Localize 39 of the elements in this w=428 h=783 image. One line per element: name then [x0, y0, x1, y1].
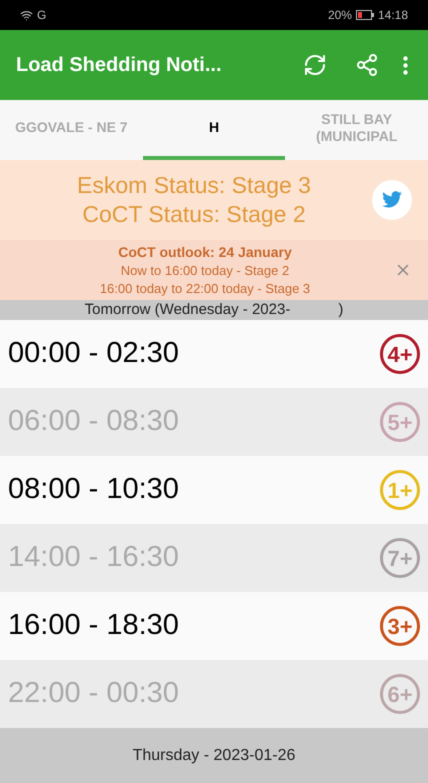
slot-time: 16:00 - 18:30 [8, 608, 179, 644]
tab[interactable]: STILL BAY (MUNICIPAL [285, 100, 428, 160]
day-label: Tomorrow (Wednesday - 2023- [84, 300, 290, 320]
twitter-button[interactable] [372, 180, 412, 220]
day-label: Thursday - 2023-01-26 [132, 746, 296, 766]
share-icon [355, 53, 379, 77]
bird-icon [381, 191, 403, 209]
slot-row[interactable]: 22:00 - 00:30 6+ [0, 660, 428, 728]
stage-badge: 4+ [380, 334, 420, 374]
outlook-line: 16:00 today to 22:00 today - Stage 3 [100, 280, 310, 298]
outlook-line: Now to 16:00 today - Stage 2 [120, 262, 290, 280]
app-title: Load Shedding Noti... [16, 53, 223, 78]
network-label: G [37, 7, 46, 23]
outlook-title: CoCT outlook: 24 January [118, 242, 292, 262]
slot-row[interactable]: 14:00 - 16:30 7+ [0, 524, 428, 592]
clock: 14:18 [378, 7, 408, 23]
slot-time: 00:00 - 02:30 [8, 336, 179, 372]
battery-label: 20% [328, 7, 352, 23]
slot-row[interactable]: 06:00 - 08:30 5+ [0, 388, 428, 456]
battery-icon [356, 10, 374, 20]
day-label-end: ) [338, 300, 344, 320]
eskom-status: Eskom Status: Stage 3 [77, 171, 311, 200]
slot-row[interactable]: 16:00 - 18:30 3+ [0, 592, 428, 660]
stage-badge: 3+ [380, 606, 420, 646]
slot-time: 06:00 - 08:30 [8, 404, 179, 440]
tab[interactable]: GGOVALE - NE 7 [0, 100, 143, 160]
slot-time: 22:00 - 00:30 [8, 676, 179, 712]
coct-status: CoCT Status: Stage 2 [82, 200, 306, 229]
slot-row[interactable]: 00:00 - 02:30 4+ [0, 320, 428, 388]
stage-badge: 5+ [380, 402, 420, 442]
slot-time: 14:00 - 16:30 [8, 540, 179, 576]
wifi-icon [20, 8, 33, 22]
slot-row[interactable]: 08:00 - 10:30 1+ [0, 456, 428, 524]
slot-time: 08:00 - 10:30 [8, 472, 179, 508]
menu-icon [403, 56, 408, 74]
stage-badge: 6+ [380, 674, 420, 714]
refresh-icon [303, 53, 327, 77]
stage-badge: 1+ [380, 470, 420, 510]
stage-badge: 7+ [380, 538, 420, 578]
